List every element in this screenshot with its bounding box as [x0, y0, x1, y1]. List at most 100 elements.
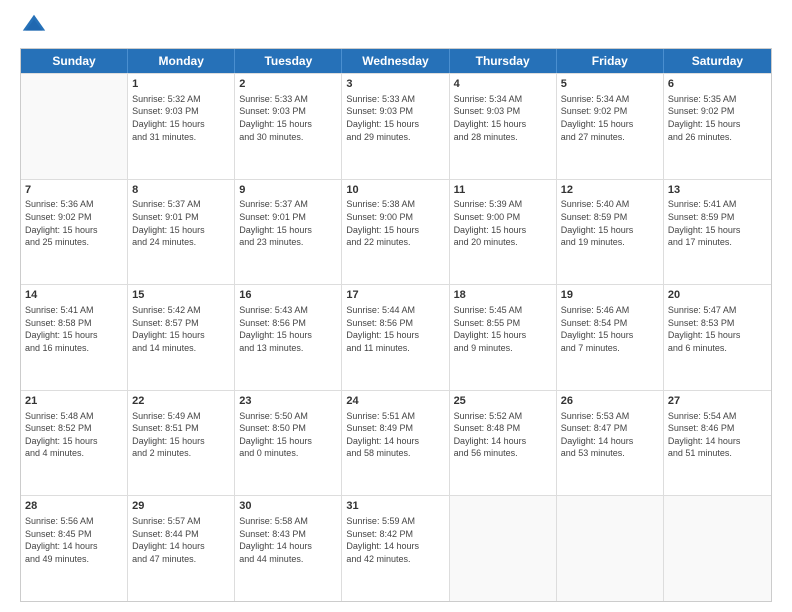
calendar-cell: [21, 74, 128, 179]
cell-info: Sunrise: 5:57 AM Sunset: 8:44 PM Dayligh…: [132, 515, 230, 565]
weekday-header: Thursday: [450, 49, 557, 73]
page: SundayMondayTuesdayWednesdayThursdayFrid…: [0, 0, 792, 612]
calendar-cell: [450, 496, 557, 601]
day-number: 25: [454, 394, 552, 409]
calendar-cell: 5Sunrise: 5:34 AM Sunset: 9:02 PM Daylig…: [557, 74, 664, 179]
calendar-cell: 26Sunrise: 5:53 AM Sunset: 8:47 PM Dayli…: [557, 391, 664, 496]
day-number: 27: [668, 394, 767, 409]
day-number: 13: [668, 183, 767, 198]
day-number: 12: [561, 183, 659, 198]
calendar-cell: [664, 496, 771, 601]
day-number: 6: [668, 77, 767, 92]
cell-info: Sunrise: 5:33 AM Sunset: 9:03 PM Dayligh…: [239, 93, 337, 143]
weekday-header: Tuesday: [235, 49, 342, 73]
cell-info: Sunrise: 5:52 AM Sunset: 8:48 PM Dayligh…: [454, 410, 552, 460]
cell-info: Sunrise: 5:43 AM Sunset: 8:56 PM Dayligh…: [239, 304, 337, 354]
header: [20, 16, 772, 40]
cell-info: Sunrise: 5:36 AM Sunset: 9:02 PM Dayligh…: [25, 198, 123, 248]
calendar-cell: 25Sunrise: 5:52 AM Sunset: 8:48 PM Dayli…: [450, 391, 557, 496]
day-number: 24: [346, 394, 444, 409]
cell-info: Sunrise: 5:37 AM Sunset: 9:01 PM Dayligh…: [132, 198, 230, 248]
day-number: 2: [239, 77, 337, 92]
cell-info: Sunrise: 5:54 AM Sunset: 8:46 PM Dayligh…: [668, 410, 767, 460]
cell-info: Sunrise: 5:46 AM Sunset: 8:54 PM Dayligh…: [561, 304, 659, 354]
calendar-row: 21Sunrise: 5:48 AM Sunset: 8:52 PM Dayli…: [21, 390, 771, 496]
calendar-cell: 21Sunrise: 5:48 AM Sunset: 8:52 PM Dayli…: [21, 391, 128, 496]
calendar-cell: 14Sunrise: 5:41 AM Sunset: 8:58 PM Dayli…: [21, 285, 128, 390]
cell-info: Sunrise: 5:49 AM Sunset: 8:51 PM Dayligh…: [132, 410, 230, 460]
calendar-cell: 23Sunrise: 5:50 AM Sunset: 8:50 PM Dayli…: [235, 391, 342, 496]
calendar-cell: 13Sunrise: 5:41 AM Sunset: 8:59 PM Dayli…: [664, 180, 771, 285]
day-number: 30: [239, 499, 337, 514]
cell-info: Sunrise: 5:39 AM Sunset: 9:00 PM Dayligh…: [454, 198, 552, 248]
day-number: 20: [668, 288, 767, 303]
day-number: 18: [454, 288, 552, 303]
calendar-header: SundayMondayTuesdayWednesdayThursdayFrid…: [21, 49, 771, 73]
calendar-cell: 17Sunrise: 5:44 AM Sunset: 8:56 PM Dayli…: [342, 285, 449, 390]
calendar-cell: 4Sunrise: 5:34 AM Sunset: 9:03 PM Daylig…: [450, 74, 557, 179]
logo: [20, 16, 50, 40]
day-number: 31: [346, 499, 444, 514]
calendar-cell: 28Sunrise: 5:56 AM Sunset: 8:45 PM Dayli…: [21, 496, 128, 601]
calendar-body: 1Sunrise: 5:32 AM Sunset: 9:03 PM Daylig…: [21, 73, 771, 601]
day-number: 10: [346, 183, 444, 198]
day-number: 29: [132, 499, 230, 514]
day-number: 5: [561, 77, 659, 92]
calendar-cell: 20Sunrise: 5:47 AM Sunset: 8:53 PM Dayli…: [664, 285, 771, 390]
calendar-cell: 31Sunrise: 5:59 AM Sunset: 8:42 PM Dayli…: [342, 496, 449, 601]
calendar-row: 1Sunrise: 5:32 AM Sunset: 9:03 PM Daylig…: [21, 73, 771, 179]
calendar-cell: 2Sunrise: 5:33 AM Sunset: 9:03 PM Daylig…: [235, 74, 342, 179]
day-number: 7: [25, 183, 123, 198]
weekday-header: Saturday: [664, 49, 771, 73]
day-number: 22: [132, 394, 230, 409]
calendar-cell: 12Sunrise: 5:40 AM Sunset: 8:59 PM Dayli…: [557, 180, 664, 285]
calendar-cell: 1Sunrise: 5:32 AM Sunset: 9:03 PM Daylig…: [128, 74, 235, 179]
calendar-cell: 19Sunrise: 5:46 AM Sunset: 8:54 PM Dayli…: [557, 285, 664, 390]
calendar-cell: 10Sunrise: 5:38 AM Sunset: 9:00 PM Dayli…: [342, 180, 449, 285]
calendar-cell: 16Sunrise: 5:43 AM Sunset: 8:56 PM Dayli…: [235, 285, 342, 390]
day-number: 28: [25, 499, 123, 514]
cell-info: Sunrise: 5:32 AM Sunset: 9:03 PM Dayligh…: [132, 93, 230, 143]
day-number: 11: [454, 183, 552, 198]
weekday-header: Friday: [557, 49, 664, 73]
cell-info: Sunrise: 5:58 AM Sunset: 8:43 PM Dayligh…: [239, 515, 337, 565]
calendar-cell: 11Sunrise: 5:39 AM Sunset: 9:00 PM Dayli…: [450, 180, 557, 285]
calendar-row: 7Sunrise: 5:36 AM Sunset: 9:02 PM Daylig…: [21, 179, 771, 285]
logo-icon: [20, 12, 48, 40]
day-number: 17: [346, 288, 444, 303]
weekday-header: Monday: [128, 49, 235, 73]
cell-info: Sunrise: 5:41 AM Sunset: 8:59 PM Dayligh…: [668, 198, 767, 248]
calendar-cell: 8Sunrise: 5:37 AM Sunset: 9:01 PM Daylig…: [128, 180, 235, 285]
calendar-row: 28Sunrise: 5:56 AM Sunset: 8:45 PM Dayli…: [21, 495, 771, 601]
day-number: 16: [239, 288, 337, 303]
cell-info: Sunrise: 5:37 AM Sunset: 9:01 PM Dayligh…: [239, 198, 337, 248]
weekday-header: Sunday: [21, 49, 128, 73]
day-number: 26: [561, 394, 659, 409]
cell-info: Sunrise: 5:48 AM Sunset: 8:52 PM Dayligh…: [25, 410, 123, 460]
day-number: 23: [239, 394, 337, 409]
day-number: 9: [239, 183, 337, 198]
calendar-cell: 18Sunrise: 5:45 AM Sunset: 8:55 PM Dayli…: [450, 285, 557, 390]
day-number: 14: [25, 288, 123, 303]
cell-info: Sunrise: 5:47 AM Sunset: 8:53 PM Dayligh…: [668, 304, 767, 354]
cell-info: Sunrise: 5:38 AM Sunset: 9:00 PM Dayligh…: [346, 198, 444, 248]
cell-info: Sunrise: 5:42 AM Sunset: 8:57 PM Dayligh…: [132, 304, 230, 354]
cell-info: Sunrise: 5:40 AM Sunset: 8:59 PM Dayligh…: [561, 198, 659, 248]
calendar-cell: 3Sunrise: 5:33 AM Sunset: 9:03 PM Daylig…: [342, 74, 449, 179]
calendar-cell: 7Sunrise: 5:36 AM Sunset: 9:02 PM Daylig…: [21, 180, 128, 285]
day-number: 4: [454, 77, 552, 92]
calendar-cell: 27Sunrise: 5:54 AM Sunset: 8:46 PM Dayli…: [664, 391, 771, 496]
calendar-cell: 29Sunrise: 5:57 AM Sunset: 8:44 PM Dayli…: [128, 496, 235, 601]
cell-info: Sunrise: 5:34 AM Sunset: 9:02 PM Dayligh…: [561, 93, 659, 143]
cell-info: Sunrise: 5:45 AM Sunset: 8:55 PM Dayligh…: [454, 304, 552, 354]
cell-info: Sunrise: 5:51 AM Sunset: 8:49 PM Dayligh…: [346, 410, 444, 460]
cell-info: Sunrise: 5:59 AM Sunset: 8:42 PM Dayligh…: [346, 515, 444, 565]
calendar: SundayMondayTuesdayWednesdayThursdayFrid…: [20, 48, 772, 602]
day-number: 3: [346, 77, 444, 92]
calendar-cell: 30Sunrise: 5:58 AM Sunset: 8:43 PM Dayli…: [235, 496, 342, 601]
cell-info: Sunrise: 5:33 AM Sunset: 9:03 PM Dayligh…: [346, 93, 444, 143]
cell-info: Sunrise: 5:56 AM Sunset: 8:45 PM Dayligh…: [25, 515, 123, 565]
calendar-row: 14Sunrise: 5:41 AM Sunset: 8:58 PM Dayli…: [21, 284, 771, 390]
day-number: 21: [25, 394, 123, 409]
cell-info: Sunrise: 5:35 AM Sunset: 9:02 PM Dayligh…: [668, 93, 767, 143]
